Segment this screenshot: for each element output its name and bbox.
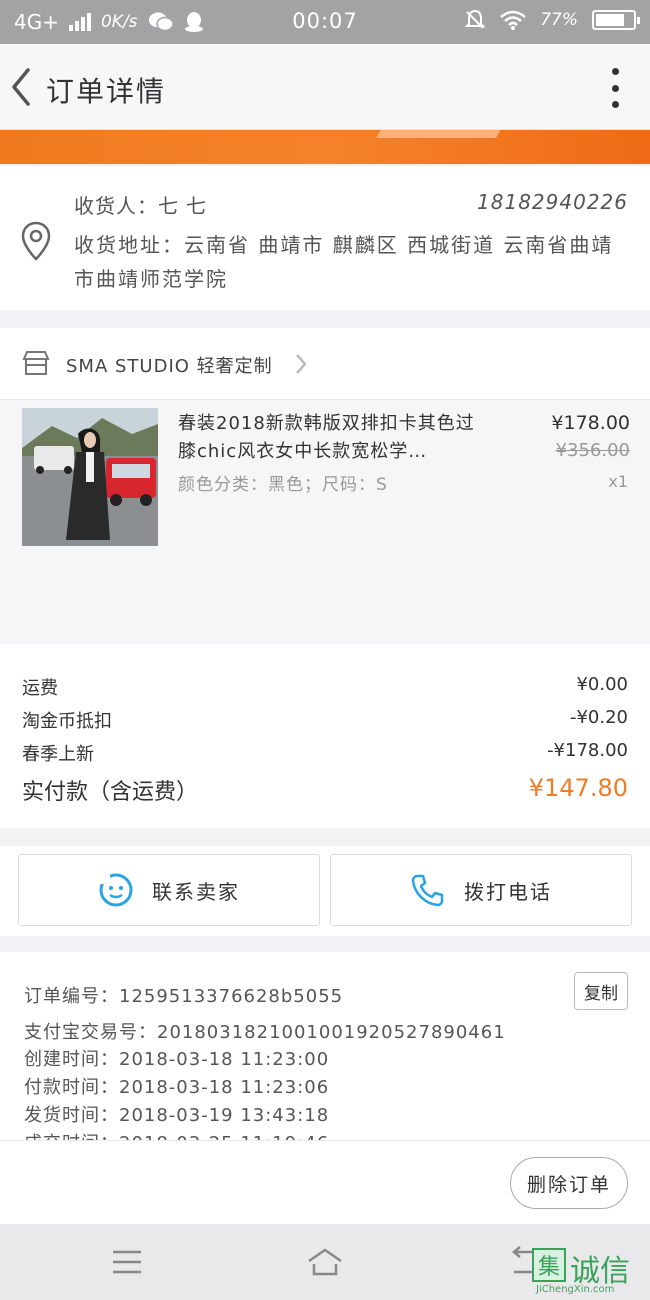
created-time: 创建时间：2018-03-18 11:23:00 xyxy=(24,1049,330,1070)
order-number: 订单编号：1259513376628b5055 xyxy=(24,986,344,1007)
price-summary: 运费 ¥0.00 淘金币抵扣 -¥0.20 春季上新 -¥178.00 实付款（含运费… xyxy=(0,644,650,828)
shipped-time: 发货时间：2018-03-19 13:43:18 xyxy=(24,1105,330,1126)
product-original-price: ¥356.00 xyxy=(555,440,630,461)
order-item[interactable]: 春装2018新款韩版双排扣卡其色过膝chic风衣女中长款宽松学… 颜色分类：黑色… xyxy=(0,400,650,644)
call-phone-button[interactable]: 拨打电话 xyxy=(330,854,632,926)
mute-icon xyxy=(464,9,486,29)
product-spec: 颜色分类：黑色；尺码：S xyxy=(178,475,388,495)
promo-value: -¥178.00 xyxy=(547,740,628,761)
pay-label: 实付款（含运费） xyxy=(22,780,199,805)
product-quantity: x1 xyxy=(608,472,628,491)
shop-header[interactable]: SMA STUDIO 轻奢定制 xyxy=(0,328,650,400)
recipient-phone: 18182940226 xyxy=(477,190,628,214)
wifi-icon xyxy=(500,10,527,30)
status-bar: 4G+ 0K/s 00:07 77% xyxy=(0,0,650,44)
contact-seller-button[interactable]: 联系卖家 xyxy=(18,854,320,926)
alipay-number: 支付宝交易号：2018031821001001920527890461 xyxy=(24,1022,506,1043)
shipping-value: ¥0.00 xyxy=(576,674,628,695)
home-icon[interactable] xyxy=(305,1244,345,1280)
status-right: 77% xyxy=(464,9,640,31)
shipping-row: 运费 ¥0.00 xyxy=(22,674,628,700)
page-title: 订单详情 xyxy=(46,75,167,108)
back-arrow-icon[interactable] xyxy=(6,64,36,110)
action-bar: 删除订单 xyxy=(0,1140,650,1224)
shop-name: SMA STUDIO 轻奢定制 xyxy=(66,356,273,377)
order-info: 订单编号：1259513376628b5055 复制 支付宝交易号：201803… xyxy=(0,952,650,1140)
location-pin-icon xyxy=(21,221,51,261)
product-title[interactable]: 春装2018新款韩版双排扣卡其色过膝chic风衣女中长款宽松学… xyxy=(178,410,478,466)
recipient-label: 收货人： xyxy=(74,194,158,218)
coins-row: 淘金币抵扣 -¥0.20 xyxy=(22,707,628,733)
coins-label: 淘金币抵扣 xyxy=(22,711,112,732)
product-price: ¥178.00 xyxy=(551,412,630,434)
more-menu-icon[interactable] xyxy=(610,68,620,108)
paid-time: 付款时间：2018-03-18 11:23:06 xyxy=(24,1077,330,1098)
coins-value: -¥0.20 xyxy=(569,707,628,728)
battery-icon xyxy=(592,10,640,30)
copy-button[interactable]: 复制 xyxy=(574,972,628,1010)
recipient-name: 七七 xyxy=(158,194,214,218)
phone-icon xyxy=(411,874,444,907)
system-nav-bar: 集 诚信 JiChengXin.com xyxy=(0,1224,650,1300)
store-icon xyxy=(22,351,50,375)
status-banner xyxy=(0,130,650,164)
call-phone-label: 拨打电话 xyxy=(464,879,552,904)
delete-order-button[interactable]: 删除订单 xyxy=(510,1157,628,1209)
watermark-logo: 集 诚信 JiChengXin.com xyxy=(532,1246,648,1298)
recipient-row: 收货人：七七 18182940226 xyxy=(74,190,628,219)
chat-bubble-icon xyxy=(99,873,133,907)
watermark-logo-mark: 集 xyxy=(532,1248,566,1282)
completed-time: 成交时间：2018-03-25 11:19:46 xyxy=(24,1129,329,1140)
pay-value: ¥147.80 xyxy=(528,774,628,802)
chevron-right-icon xyxy=(296,354,307,374)
battery-percent: 77% xyxy=(540,10,578,30)
product-thumbnail[interactable] xyxy=(22,408,158,546)
contact-seller-label: 联系卖家 xyxy=(152,879,240,904)
menu-icon[interactable] xyxy=(107,1244,147,1280)
promo-label: 春季上新 xyxy=(22,744,94,765)
nav-header: 订单详情 xyxy=(0,44,650,130)
shipping-label: 运费 xyxy=(22,678,58,699)
pay-row: 实付款（含运费） ¥147.80 xyxy=(22,774,628,806)
shipping-address-card: 收货人：七七 18182940226 收货地址：云南省 曲靖市 麒麟区 西城街道… xyxy=(0,166,650,310)
address-label: 收货地址： xyxy=(74,233,184,257)
promo-row: 春季上新 -¥178.00 xyxy=(22,740,628,766)
watermark-en-text: JiChengXin.com xyxy=(536,1284,615,1295)
address-row: 收货地址：云南省 曲靖市 麒麟区 西城街道 云南省曲靖市曲靖师范学院 xyxy=(74,228,630,296)
contact-bar: 联系卖家 拨打电话 xyxy=(0,846,650,936)
